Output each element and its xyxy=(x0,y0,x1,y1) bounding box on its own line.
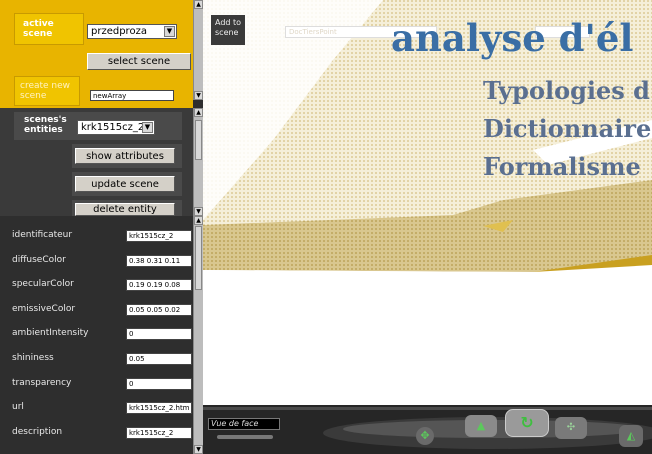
attribute-value-input[interactable]: 0.38 0.31 0.11 xyxy=(126,254,192,267)
scroll-up-icon[interactable]: ▲ xyxy=(194,0,203,9)
entity-select[interactable]: krk1515cz_2 ▼ xyxy=(77,120,155,135)
rotate-icon[interactable]: ↻ xyxy=(505,409,549,437)
scroll-thumb[interactable] xyxy=(195,120,202,160)
attribute-row: transparency 0 xyxy=(0,376,193,392)
attribute-value-input[interactable]: 0.19 0.19 0.08 xyxy=(126,279,192,292)
attribute-value-input[interactable]: 0.05 0.05 0.02 xyxy=(126,303,192,316)
attribute-label: specularColor xyxy=(12,279,74,290)
attribute-label: emissiveColor xyxy=(12,303,76,314)
zoom-icon[interactable]: ◭ xyxy=(619,425,643,447)
scroll-down-icon[interactable]: ▼ xyxy=(194,445,203,454)
chevron-down-icon[interactable]: ▼ xyxy=(164,26,175,37)
create-new-scene-label: create new scene xyxy=(20,81,71,101)
attribute-label: diffuseColor xyxy=(12,254,66,265)
show-attributes-button[interactable]: show attributes xyxy=(75,148,175,164)
entity-value: krk1515cz_2 xyxy=(81,122,145,133)
attribute-label: shininess xyxy=(12,353,54,363)
viewpoint-slider[interactable] xyxy=(217,435,273,439)
entities-label-box: scenes's entities xyxy=(14,112,72,140)
delete-entity-button[interactable]: delete entity xyxy=(75,203,175,216)
attribute-value-input[interactable]: krk1515cz_2.htm xyxy=(126,402,192,415)
active-scene-select[interactable]: przedproza ▼ xyxy=(87,24,177,39)
attribute-row: specularColor 0.19 0.19 0.08 xyxy=(0,277,193,293)
scene-render xyxy=(203,0,652,405)
attribute-row: emissiveColor 0.05 0.05 0.02 xyxy=(0,302,193,318)
attribute-label: url xyxy=(12,402,24,413)
active-scene-value: przedproza xyxy=(91,26,147,37)
scene-section: active scene przedproza ▼ select scene c… xyxy=(0,0,193,108)
scroll-down-icon[interactable]: ▼ xyxy=(194,91,203,100)
attribute-value-input[interactable]: 0 xyxy=(126,377,192,390)
scroll-up-icon[interactable]: ▲ xyxy=(194,108,203,117)
attribute-label: identificateur xyxy=(12,230,73,240)
pan-icon[interactable]: ✣ xyxy=(555,417,587,439)
attribute-value-input[interactable]: 0 xyxy=(126,328,192,341)
fly-icon[interactable]: ▲ xyxy=(465,415,497,437)
active-scene-label: active scene xyxy=(23,19,54,39)
attribute-value-input[interactable]: krk1515cz_2 xyxy=(126,426,192,439)
page-title: analyse d'él xyxy=(391,16,634,60)
walk-icon[interactable]: ✥ xyxy=(416,427,434,445)
floor xyxy=(203,265,652,405)
update-scene-button[interactable]: update scene xyxy=(75,176,175,192)
select-scene-button[interactable]: select scene xyxy=(87,53,191,70)
attribute-row: url krk1515cz_2.htm xyxy=(0,400,193,416)
viewpoint-select[interactable]: Vue de face xyxy=(208,418,280,430)
menu-line-3[interactable]: Formalisme xyxy=(483,152,641,182)
menu-line-2[interactable]: Dictionnaire xyxy=(483,114,651,144)
left-panel: active scene przedproza ▼ select scene c… xyxy=(0,0,203,454)
entities-label: scenes's entities xyxy=(24,115,67,135)
attributes-scrollbar[interactable]: ▲ ▼ xyxy=(193,216,203,454)
entities-scrollbar[interactable]: ▲ ▼ xyxy=(193,108,203,216)
scroll-up-icon[interactable]: ▲ xyxy=(194,216,203,225)
scroll-thumb[interactable] xyxy=(195,226,202,290)
add-to-scene-button[interactable]: Add to scene xyxy=(211,15,245,45)
attribute-row: diffuseColor 0.38 0.31 0.11 xyxy=(0,253,193,269)
attribute-label: ambientIntensity xyxy=(12,328,89,339)
3d-viewer[interactable]: Add to scene DocTiersPoint analyse d'él … xyxy=(203,0,652,405)
scene-scrollbar[interactable]: ▲ ▼ xyxy=(193,0,203,100)
scroll-down-icon[interactable]: ▼ xyxy=(194,207,203,216)
attribute-label: description xyxy=(12,426,63,437)
create-scene-label-box: create new scene xyxy=(14,76,80,106)
navigation-bar: Vue de face ✥ ▲ ↻ ✣ ◭ xyxy=(203,405,652,454)
attribute-row: description krk1515cz_2 xyxy=(0,425,193,441)
chevron-down-icon[interactable]: ▼ xyxy=(142,122,153,133)
attribute-value-input[interactable]: 0.05 xyxy=(126,353,192,365)
attribute-row: identificateur krk1515cz_2 xyxy=(0,228,193,244)
entities-section: scenes's entities krk1515cz_2 ▼ show att… xyxy=(0,108,193,216)
active-scene-label-box: active scene xyxy=(14,13,84,45)
attributes-list: identificateur krk1515cz_2 diffuseColor 0.3… xyxy=(0,216,193,454)
menu-line-1[interactable]: Typologies d xyxy=(483,76,650,106)
attribute-row: ambientIntensity 0 xyxy=(0,326,193,342)
attribute-row: shininess 0.05 xyxy=(0,351,193,367)
new-scene-name-input[interactable]: newArray xyxy=(90,90,174,101)
attribute-label: transparency xyxy=(12,377,72,388)
attribute-value-input[interactable]: krk1515cz_2 xyxy=(126,230,192,242)
